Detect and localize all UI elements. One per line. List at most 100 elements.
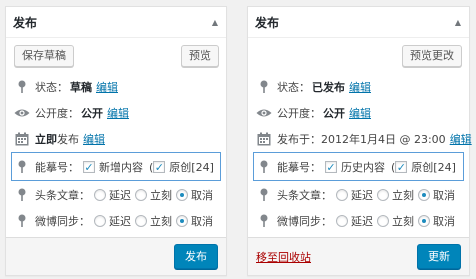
collapse-toggle-icon[interactable]: ▲ [212,18,218,27]
cancel-label: 取消 [433,215,455,228]
weibo-delay-option[interactable]: 延迟 [336,213,373,229]
pin-icon [256,187,272,203]
action-buttons: 预览更改 [248,38,469,74]
headline-now-option[interactable]: 立刻 [135,187,172,203]
publish-box-title: 发布 [255,15,280,30]
publish-box-header[interactable]: 发布 ▲ [248,7,469,38]
visibility-value: 公开 [81,107,103,120]
headline-label: 头条文章： [277,189,332,202]
history-content-checkbox[interactable]: ✓ [325,161,337,173]
copyright-option-original[interactable]: ✓ 原创[24] [395,159,456,175]
visibility-row: 公开度： 公开 编辑 [248,100,469,126]
publish-box-header[interactable]: 发布 ▲ [6,7,226,38]
update-button[interactable]: 更新 [417,244,461,269]
now-label: 立刻 [392,189,414,202]
eye-icon [14,105,30,121]
edit-visibility-link[interactable]: 编辑 [107,105,129,121]
visibility-row: 公开度： 公开 编辑 [6,100,226,126]
visibility-label: 公开度： [35,107,79,120]
weibo-sync-row: 微博同步： 延迟 立刻 取消 [6,208,226,234]
calendar-icon [14,131,30,147]
edit-publish-time-link[interactable]: 编辑 [450,131,472,147]
headline-now-radio[interactable] [377,189,389,201]
headline-row: 头条文章： 延迟 立刻 取消 [6,182,226,208]
headline-cancel-radio[interactable] [176,189,188,201]
pin-icon [14,213,30,229]
headline-cancel-option[interactable]: 取消 [418,187,455,203]
weibo-cancel-option[interactable]: 取消 [176,213,213,229]
publish-box-title: 发布 [13,15,38,30]
status-row: 状态： 已发布 编辑 [248,74,469,100]
weibo-sync-row: 微博同步： 延迟 立刻 取消 [248,208,469,234]
publish-label: 发布 [57,133,79,146]
delay-label: 延迟 [109,189,131,202]
copyright-option-history[interactable]: ✓ 历史内容 [325,159,385,175]
weibo-now-radio[interactable] [135,215,147,227]
pin-icon [14,159,30,175]
status-value: 草稿 [70,81,92,94]
headline-now-option[interactable]: 立刻 [377,187,414,203]
pin-icon [256,213,272,229]
delay-label: 延迟 [109,215,131,228]
headline-label: 头条文章： [35,189,90,202]
copyright-option-original[interactable]: ✓ 原创[24] [153,159,214,175]
status-value: 已发布 [312,81,345,94]
publish-time-row: 发布于：2012年1月4日 @ 23:00 编辑 [248,126,472,152]
headline-now-radio[interactable] [135,189,147,201]
headline-delay-option[interactable]: 延迟 [94,187,131,203]
now-label: 立刻 [150,215,172,228]
delay-label: 延迟 [351,189,373,202]
weibo-cancel-radio[interactable] [176,215,188,227]
visibility-label: 公开度： [277,107,321,120]
copyright-option-new[interactable]: ✓ 新增内容 [83,159,143,175]
publish-footer: 移至回收站 更新 [248,237,469,275]
weibo-cancel-option[interactable]: 取消 [418,213,455,229]
calendar-icon [256,131,272,147]
headline-row: 头条文章： 延迟 立刻 取消 [248,182,469,208]
now-label: 立刻 [150,189,172,202]
publish-box-draft: 发布 ▲ 保存草稿 预览 状态： 草稿 编辑 公开度： 公开 编辑 立即 发布 … [5,6,227,276]
weibo-now-option[interactable]: 立刻 [377,213,414,229]
weibo-sync-label: 微博同步： [277,215,332,228]
move-to-trash-link[interactable]: 移至回收站 [256,249,311,265]
headline-delay-radio[interactable] [336,189,348,201]
edit-status-link[interactable]: 编辑 [96,79,118,95]
preview-button[interactable]: 预览 [181,45,219,67]
new-content-label: 新增内容 [99,161,143,174]
copyright-row: 能摹号： ✓ 新增内容 ( ✓ 原创[24] [6,152,226,182]
edit-status-link[interactable]: 编辑 [349,79,371,95]
now-label: 立刻 [392,215,414,228]
delay-label: 延迟 [351,215,373,228]
publish-button[interactable]: 发布 [174,244,218,269]
visibility-value: 公开 [323,107,345,120]
published-on-text: 发布于：2012年1月4日 @ 23:00 [277,133,446,146]
copyright-row: 能摹号： ✓ 历史内容 ( ✓ 原创[24] [248,152,469,182]
weibo-delay-option[interactable]: 延迟 [94,213,131,229]
edit-visibility-link[interactable]: 编辑 [349,105,371,121]
preview-changes-button[interactable]: 预览更改 [402,45,462,67]
headline-delay-option[interactable]: 延迟 [336,187,373,203]
original-checkbox[interactable]: ✓ [153,161,166,173]
weibo-now-option[interactable]: 立刻 [135,213,172,229]
pin-icon [256,159,272,175]
original-checkbox[interactable]: ✓ [395,161,408,173]
status-label: 状态： [35,81,68,94]
weibo-delay-radio[interactable] [336,215,348,227]
weibo-now-radio[interactable] [377,215,389,227]
pin-icon [14,79,30,95]
pin-icon [256,79,272,95]
collapse-toggle-icon[interactable]: ▲ [455,18,461,27]
cancel-label: 取消 [433,189,455,202]
copyright-label: 能摹号： [277,161,321,174]
weibo-cancel-radio[interactable] [418,215,430,227]
headline-delay-radio[interactable] [94,189,106,201]
weibo-delay-radio[interactable] [94,215,106,227]
publish-time-row: 立即 发布 编辑 [6,126,226,152]
headline-cancel-radio[interactable] [418,189,430,201]
headline-cancel-option[interactable]: 取消 [176,187,213,203]
save-draft-button[interactable]: 保存草稿 [14,45,74,67]
status-label: 状态： [277,81,310,94]
eye-icon [256,105,272,121]
new-content-checkbox[interactable]: ✓ [83,161,95,173]
edit-publish-time-link[interactable]: 编辑 [83,131,105,147]
